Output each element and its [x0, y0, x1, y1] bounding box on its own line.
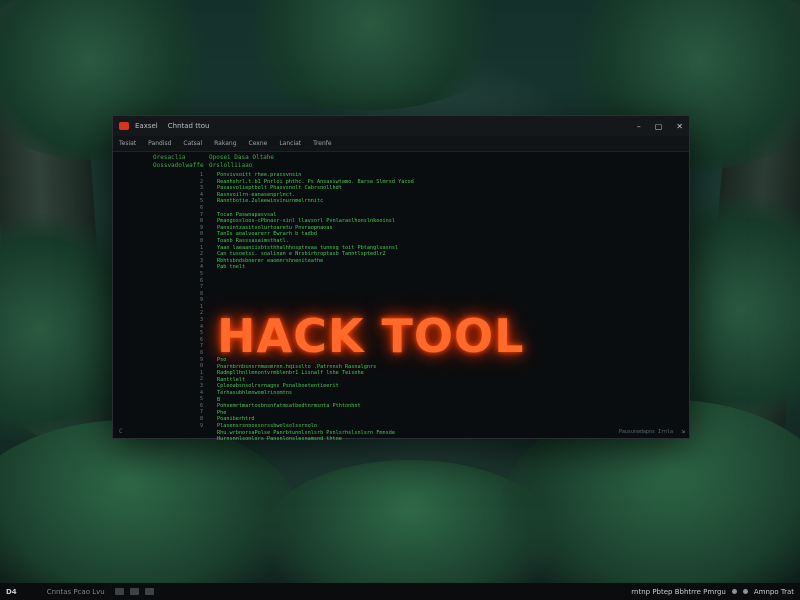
line-number: 2 [199, 310, 203, 317]
line-number: 8 [199, 290, 203, 297]
window-titlebar[interactable]: Eaxsel Chntad ttou – ▢ ✕ [113, 116, 689, 136]
line-number: 9 [199, 422, 203, 429]
console-header-4: Orslolliiaao [209, 162, 253, 169]
tray-text: rntnp Pbtep Bbhtrre Pmrgu [631, 587, 726, 596]
line-number: 2 [199, 251, 203, 258]
window-controls: – ▢ ✕ [637, 122, 683, 131]
taskbar-app-icon-3[interactable] [144, 588, 154, 595]
line-number: 2 [199, 178, 203, 185]
menu-item-7[interactable]: Trenfe [313, 140, 331, 147]
line-number: 9 [199, 356, 203, 363]
line-number: 6 [199, 277, 203, 284]
minimize-icon[interactable]: – [637, 122, 641, 131]
line-number-gutter: 123456789001234567891234567890123456789 [191, 172, 203, 429]
code-block-top: Ponvivsoitt rhee.pracsvnsin Reanhshrl.t.… [217, 172, 414, 271]
console-header-2: Oossvadolwaffe [153, 162, 204, 169]
line-number: 1 [199, 172, 203, 178]
line-number: 4 [199, 191, 203, 198]
menu-item-4[interactable]: Rakang [214, 140, 236, 147]
line-number: 7 [199, 343, 203, 350]
line-number: 3 [199, 257, 203, 264]
line-number: 1 [199, 303, 203, 310]
status-text: Pausunadapns Irnla [618, 429, 673, 435]
hack-tool-title: HACK TOOL [217, 309, 525, 363]
resize-grip-icon[interactable]: ⇲ [681, 428, 685, 435]
line-number: 6 [199, 336, 203, 343]
line-number: 9 [199, 224, 203, 231]
taskbar-search-label[interactable]: Cnntas Pcao Lvu [47, 588, 105, 596]
line-number: 6 [199, 402, 203, 409]
line-number: 7 [199, 409, 203, 416]
start-button[interactable]: D4 [6, 588, 17, 596]
console-header-3: Oposei Dasa Oltahe [209, 154, 275, 161]
line-number: 0 [199, 237, 203, 244]
line-number: 5 [199, 198, 203, 205]
line-number: 5 [199, 396, 203, 403]
code-block-bottom: Pso Pnarnbrnbsnsrnmasmrnn.hqisslto .Patr… [217, 357, 396, 443]
taskbar-app-icon-2[interactable] [129, 588, 139, 595]
menu-item-3[interactable]: Catsal [183, 140, 202, 147]
menu-item-6[interactable]: Lanciat [279, 140, 301, 147]
menu-item-2[interactable]: Pandisd [148, 140, 171, 147]
line-number: 0 [199, 363, 203, 370]
console-output[interactable]: Oresaclia Oossvadolwaffe Oposei Dasa Olt… [113, 152, 689, 442]
line-number: 8 [199, 218, 203, 225]
system-tray: rntnp Pbtep Bbhtrre Pmrgu Amnpo Trat [631, 588, 794, 596]
title-left-label: Eaxsel [135, 122, 158, 130]
line-number: 0 [199, 231, 203, 238]
network-icon[interactable] [731, 589, 737, 594]
menu-bar: Tesiat Pandisd Catsal Rakang Cexne Lanci… [113, 136, 689, 152]
line-number: 1 [199, 369, 203, 376]
title-right-label: Chntad ttou [167, 122, 210, 130]
line-number: 4 [199, 323, 203, 330]
line-number: 9 [199, 297, 203, 304]
desktop-wallpaper: Eaxsel Chntad ttou – ▢ ✕ Tesiat Pandisd … [0, 0, 800, 600]
line-number: 8 [199, 415, 203, 422]
line-number: 1 [199, 244, 203, 251]
line-number: 7 [199, 284, 203, 291]
line-number: 3 [199, 383, 203, 389]
line-number: 3 [199, 317, 203, 324]
line-number: 2 [199, 376, 203, 383]
console-header-1: Oresaclia [153, 154, 186, 161]
taskbar: D4 Cnntas Pcao Lvu rntnp Pbtep Bbhtrre P… [0, 583, 800, 600]
line-number: 8 [199, 350, 203, 357]
line-number: 3 [199, 185, 203, 192]
line-number: 7 [199, 211, 203, 218]
line-number: 5 [199, 270, 203, 277]
line-number: 4 [199, 389, 203, 396]
maximize-icon[interactable]: ▢ [655, 122, 663, 131]
volume-icon[interactable] [742, 589, 748, 594]
clock[interactable]: Amnpo Trat [754, 588, 794, 596]
fern-bottom-left [0, 420, 300, 600]
line-number: 5 [199, 330, 203, 337]
close-icon[interactable]: ✕ [676, 122, 683, 131]
app-window[interactable]: Eaxsel Chntad ttou – ▢ ✕ Tesiat Pandisd … [112, 115, 690, 442]
line-number: 6 [199, 204, 203, 211]
taskbar-app-icon-1[interactable] [114, 588, 124, 595]
line-number: 4 [199, 264, 203, 271]
menu-item-1[interactable]: Tesiat [119, 140, 136, 147]
app-icon [119, 122, 129, 130]
foliage-top-center [220, 0, 520, 110]
menu-item-5[interactable]: Cexne [249, 140, 268, 147]
prompt-marker: C [119, 428, 123, 435]
